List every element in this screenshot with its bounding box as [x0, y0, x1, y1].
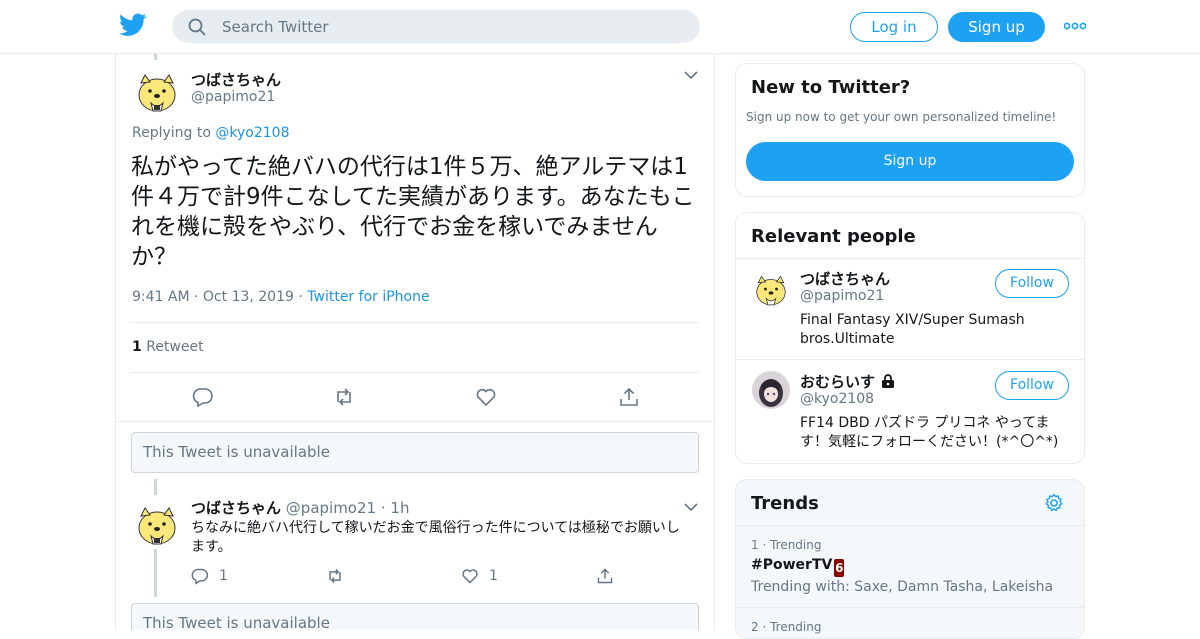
- gear-icon[interactable]: [1044, 493, 1064, 513]
- divider: [131, 322, 699, 323]
- retweet-stats[interactable]: 1 Retweet: [132, 339, 204, 355]
- divider: [736, 607, 1084, 608]
- login-button[interactable]: Log in: [850, 12, 938, 42]
- card-subtitle: Sign up now to get your own personalized…: [746, 110, 1057, 124]
- reply-share-button[interactable]: [596, 567, 614, 587]
- trend-rank: 2 · Trending: [751, 620, 822, 634]
- tweet-date[interactable]: Oct 13, 2019: [203, 289, 294, 305]
- reply-icon: [191, 568, 209, 585]
- person-name[interactable]: おむらいす: [800, 371, 896, 392]
- sidebar-signup-button[interactable]: Sign up: [746, 142, 1074, 181]
- anime-avatar-icon: [752, 371, 790, 409]
- dog-avatar-icon: [133, 500, 181, 548]
- trend-rank: 1 · Trending: [751, 538, 822, 552]
- replying-prefix: Replying to: [132, 125, 211, 141]
- replying-to-link[interactable]: @kyo2108: [215, 125, 289, 141]
- card-title: Trends: [751, 493, 819, 514]
- tweet-actions: [116, 384, 714, 410]
- like-icon: [462, 569, 478, 584]
- reply-header: つばさちゃん @papimo21 · 1h: [191, 497, 409, 518]
- follow-button[interactable]: Follow: [995, 371, 1069, 400]
- thread-line: [154, 549, 157, 597]
- relevant-people-card: Relevant people つばさちゃん @papimo21 Final F…: [735, 212, 1085, 464]
- divider: [736, 258, 1084, 259]
- unavailable-tweet-notice: This Tweet is unavailable: [131, 432, 699, 473]
- reply-text: ちなみに絶バハ代行して稼いだお金で風俗行った件については極秘でお願いします。: [191, 520, 680, 555]
- person-handle[interactable]: @kyo2108: [800, 391, 874, 407]
- reply-author-handle[interactable]: @papimo21: [286, 499, 376, 517]
- reply-age[interactable]: 1h: [390, 499, 409, 517]
- card-title: New to Twitter?: [751, 77, 911, 98]
- person-bio: Final Fantasy XIV/Super Sumash bros.Ulti…: [800, 312, 1025, 347]
- retweet-icon: [329, 568, 341, 584]
- retweet-icon[interactable]: [333, 386, 355, 408]
- card-title: Relevant people: [751, 226, 916, 247]
- divider: [736, 359, 1084, 360]
- new-to-twitter-card: New to Twitter? Sign up now to get your …: [735, 63, 1085, 197]
- meta-separator: ·: [194, 289, 203, 305]
- reply-count: 1: [219, 568, 228, 584]
- retweet-count: 1: [132, 339, 142, 355]
- trend-item[interactable]: #PowerTV 6: [751, 557, 845, 577]
- retweet-label: Retweet: [146, 339, 204, 355]
- search-input[interactable]: Search Twitter: [222, 18, 329, 36]
- avatar[interactable]: [133, 500, 181, 548]
- reply-retweet-button[interactable]: [326, 567, 344, 587]
- dog-avatar-icon: [133, 67, 181, 115]
- search-icon: [188, 18, 206, 36]
- trends-card: Trends 1 · Trending #PowerTV 6 Trending w…: [735, 479, 1085, 639]
- thread-line: [154, 479, 157, 495]
- tweet-column: つばさちゃん @papimo21 Replying to @kyo2108 私が…: [115, 54, 715, 630]
- trend-name: #PowerTV: [751, 557, 833, 573]
- reply-actions: 1 1: [191, 567, 641, 589]
- lock-icon: [882, 374, 895, 388]
- trend-context: Trending with: Saxe, Damn Tasha, Lakeish…: [751, 579, 1054, 595]
- person-bio: FF14 DBD パズドラ プリコネ やってます！気軽にフォローください！(*^…: [800, 415, 1059, 450]
- dog-avatar-icon: [752, 270, 790, 308]
- unavailable-tweet-notice: This Tweet is unavailable: [131, 603, 699, 630]
- divider: [131, 372, 699, 373]
- chevron-down-icon[interactable]: [684, 502, 698, 512]
- like-icon[interactable]: [475, 386, 497, 408]
- person-name[interactable]: つばさちゃん: [800, 268, 890, 289]
- person-name-text: おむらいす: [800, 373, 876, 391]
- meta-separator: ·: [380, 499, 391, 517]
- more-options-icon[interactable]: [1064, 18, 1086, 34]
- reply-icon[interactable]: [192, 386, 214, 408]
- divider: [736, 525, 1084, 526]
- thread-line: [154, 54, 157, 60]
- replying-to: Replying to @kyo2108: [132, 125, 289, 141]
- tweet-text: 私がやってた絶バハの代行は1件５万、絶アルテマは1件４万で計9件こなしてた実績が…: [131, 154, 695, 270]
- like-count: 1: [489, 568, 498, 584]
- tweet-meta: 9:41 AM · Oct 13, 2019 · Twitter for iPh…: [132, 289, 430, 305]
- signup-button[interactable]: Sign up: [948, 12, 1045, 42]
- author-handle[interactable]: @papimo21: [191, 89, 275, 105]
- divider: [116, 421, 714, 422]
- tweet-source[interactable]: Twitter for iPhone: [307, 289, 429, 305]
- person-avatar[interactable]: [752, 270, 790, 308]
- reply-author-name[interactable]: つばさちゃん: [191, 499, 281, 517]
- six-emoji-icon: 6: [834, 559, 845, 577]
- tweet-time[interactable]: 9:41 AM: [132, 289, 190, 305]
- reply-like-button[interactable]: 1: [461, 567, 498, 587]
- top-bar: Search Twitter Log in Sign up: [0, 0, 1200, 54]
- twitter-logo-icon[interactable]: [119, 13, 147, 37]
- share-icon: [597, 568, 613, 584]
- person-avatar[interactable]: [752, 371, 790, 409]
- chevron-down-icon[interactable]: [684, 70, 698, 80]
- search-bar[interactable]: Search Twitter: [172, 10, 700, 43]
- person-handle[interactable]: @papimo21: [800, 288, 884, 304]
- reply-reply-button[interactable]: 1: [191, 567, 228, 587]
- share-icon[interactable]: [618, 386, 640, 408]
- follow-button[interactable]: Follow: [995, 269, 1069, 298]
- author-name[interactable]: つばさちゃん: [191, 69, 281, 90]
- avatar[interactable]: [133, 67, 181, 115]
- meta-separator: ·: [298, 289, 308, 305]
